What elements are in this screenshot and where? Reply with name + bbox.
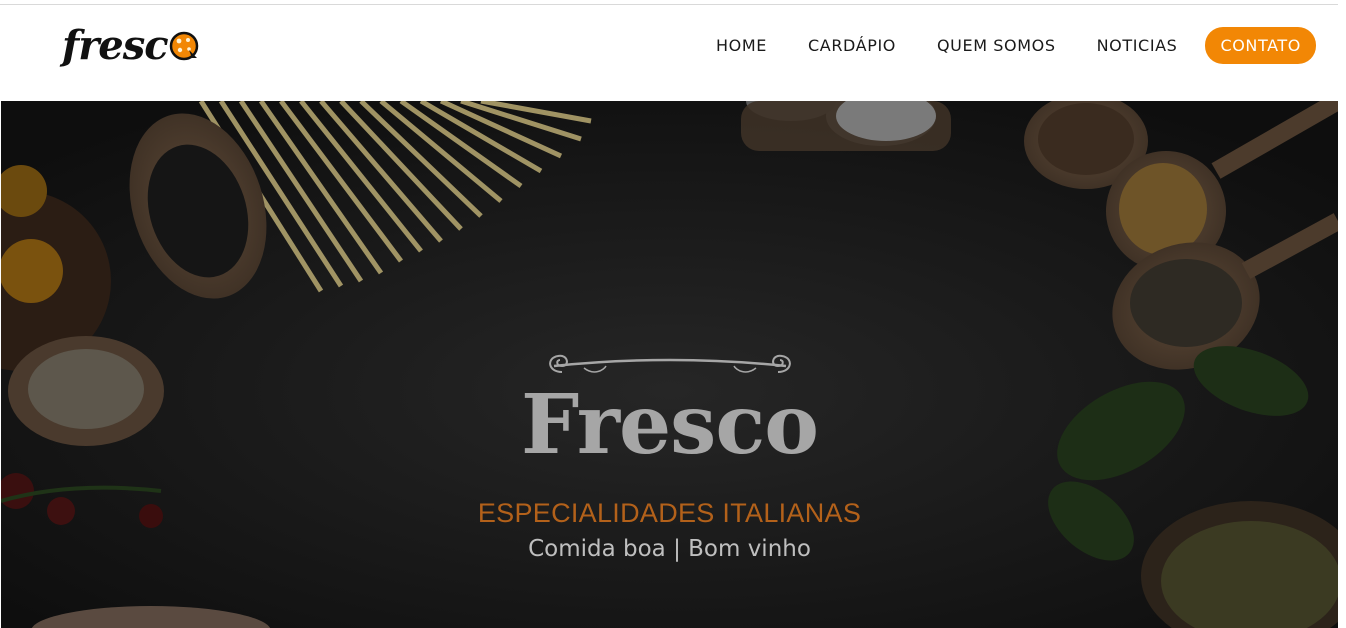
ornament-divider-icon <box>549 354 791 373</box>
nav-noticias[interactable]: NOTICIAS <box>1097 36 1178 55</box>
contato-button[interactable]: CONTATO <box>1205 27 1316 64</box>
nav-quem-somos[interactable]: QUEM SOMOS <box>937 36 1056 55</box>
hero-tagline: Comida boa | Bom vinho <box>528 536 811 562</box>
logo[interactable]: fresc <box>62 23 199 69</box>
nav-cardapio[interactable]: CARDÁPIO <box>808 36 896 55</box>
hero-subtitle: ESPECIALIDADES ITALIANAS <box>477 498 862 528</box>
main-nav: HOME CARDÁPIO QUEM SOMOS NOTICIAS CONTAT… <box>716 27 1316 64</box>
site-header: fresc HOME CARDÁPIO QUEM SOMOS NOTICIAS … <box>0 5 1338 100</box>
logo-text: fresc <box>62 22 169 69</box>
pizza-logo-icon <box>169 31 199 66</box>
nav-home[interactable]: HOME <box>716 36 767 55</box>
hero-title: Fresco <box>521 377 819 473</box>
hero-banner: Fresco ESPECIALIDADES ITALIANAS Comida b… <box>1 101 1338 628</box>
